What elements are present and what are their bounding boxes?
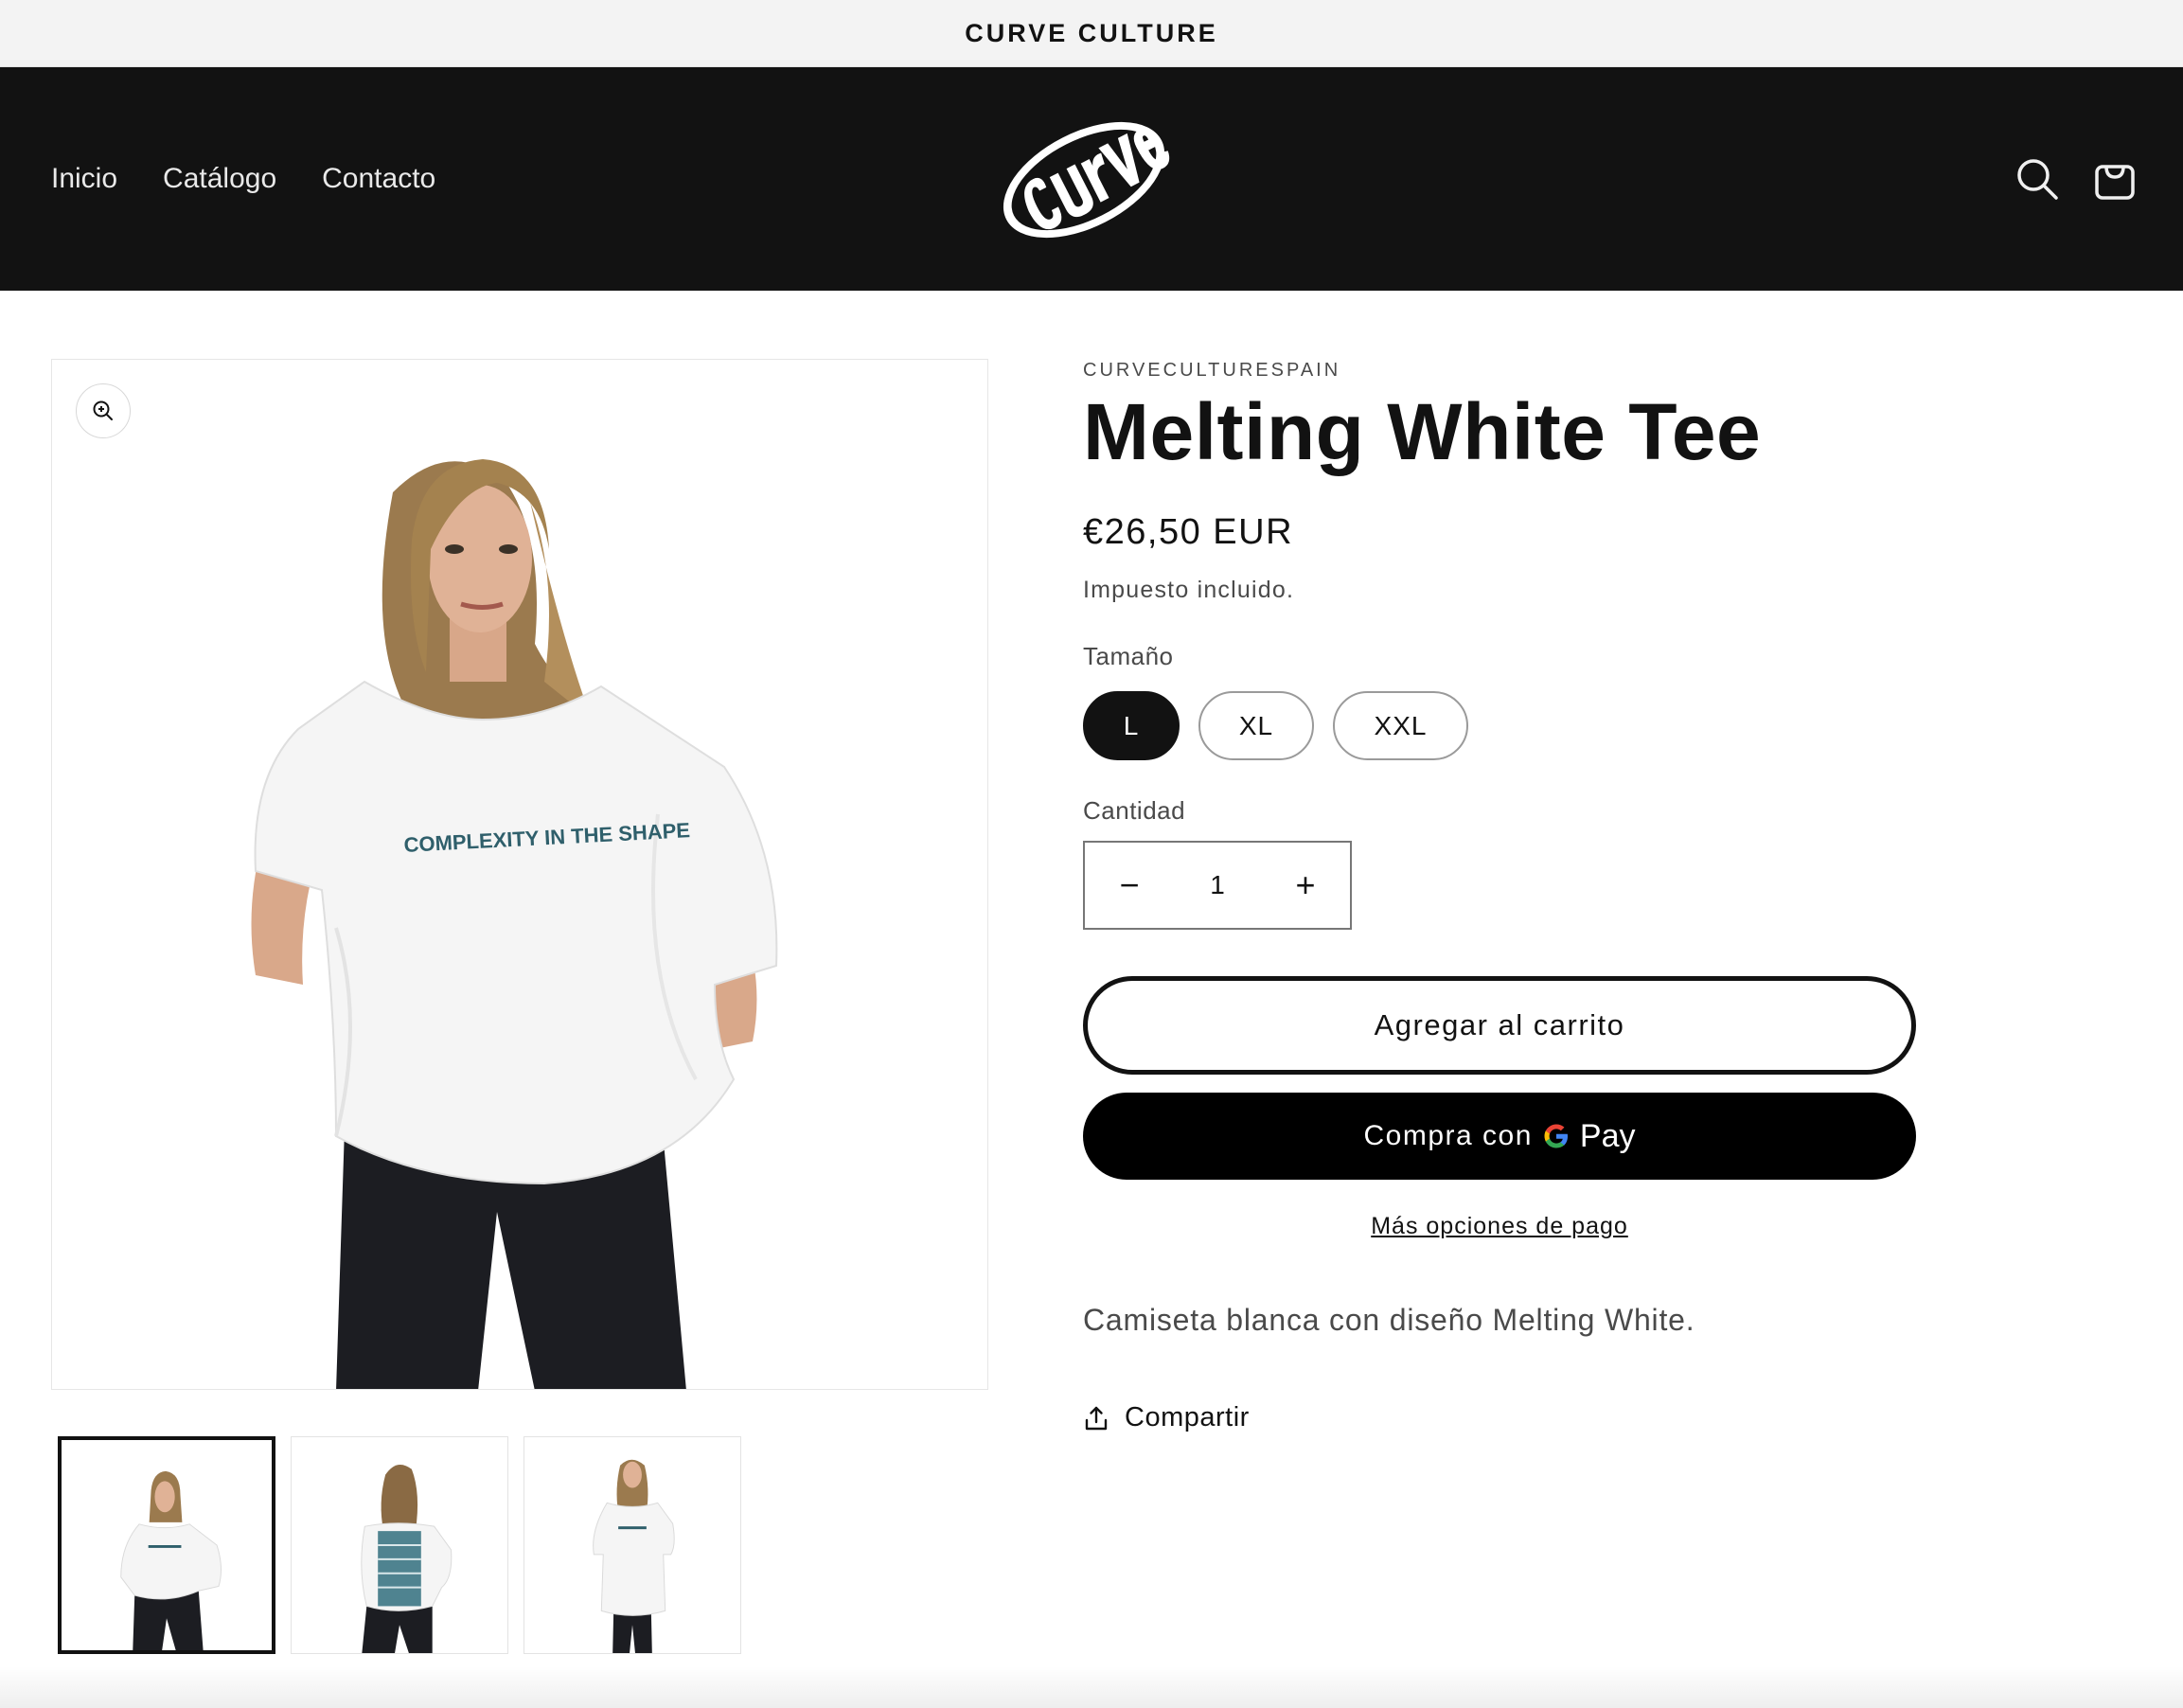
google-pay-label: Compra con <box>1363 1120 1533 1151</box>
nav-link-inicio[interactable]: Inicio <box>51 163 117 195</box>
product-vendor: CURVECULTURESPAIN <box>1083 360 1341 381</box>
google-pay-button[interactable]: Compra con Pay <box>1083 1093 1916 1180</box>
size-option-xl[interactable]: XL <box>1198 691 1314 760</box>
quantity-stepper: − + <box>1083 841 1352 930</box>
zoom-in-icon[interactable] <box>76 383 131 438</box>
model-tshirt-photo: COMPLEXITY IN THE SHAPE <box>251 459 778 1389</box>
size-selector: L XL XXL <box>1083 691 1468 760</box>
product-main-image[interactable]: COMPLEXITY IN THE SHAPE <box>51 359 988 1390</box>
quantity-label: Cantidad <box>1083 796 1186 825</box>
google-g-icon <box>1542 1122 1571 1150</box>
google-pay-text: Pay <box>1579 1117 1636 1154</box>
quantity-increase-button[interactable]: + <box>1261 843 1350 928</box>
size-option-l[interactable]: L <box>1083 691 1180 760</box>
share-icon <box>1085 1406 1108 1430</box>
site-header: Inicio Catálogo Contacto <box>0 67 2183 291</box>
quantity-decrease-button[interactable]: − <box>1085 843 1174 928</box>
curve-logo[interactable] <box>994 116 1174 240</box>
share-label: Compartir <box>1125 1402 1250 1432</box>
more-payment-link[interactable]: Más opciones de pago <box>1371 1213 1628 1239</box>
cart-icon[interactable] <box>2088 152 2141 205</box>
announcement-bar: CURVE CULTURE <box>0 0 2183 67</box>
nav-link-contacto[interactable]: Contacto <box>322 163 435 195</box>
more-payment-options: Más opciones de pago <box>1083 1213 1916 1240</box>
quantity-input[interactable] <box>1174 843 1261 928</box>
share-button[interactable]: Compartir <box>1083 1402 1250 1433</box>
size-label: Tamaño <box>1083 642 1174 670</box>
product-price: €26,50 EUR <box>1083 512 1294 552</box>
thumbnail-back[interactable] <box>291 1436 508 1654</box>
tax-note: Impuesto incluido. <box>1083 577 1295 603</box>
thumbnail-full-front[interactable] <box>524 1436 741 1654</box>
search-icon[interactable] <box>2011 152 2064 205</box>
announcement-text: CURVE CULTURE <box>965 18 1218 47</box>
main-nav: Inicio Catálogo Contacto <box>51 67 435 291</box>
product-title: Melting White Tee <box>1083 387 1762 476</box>
nav-link-catalogo[interactable]: Catálogo <box>163 163 276 195</box>
page-bottom-edge <box>0 1666 2183 1708</box>
size-option-xxl[interactable]: XXL <box>1333 691 1468 760</box>
thumbnail-list <box>58 1436 741 1654</box>
product-description: Camiseta blanca con diseño Melting White… <box>1083 1303 1695 1337</box>
add-to-cart-button[interactable]: Agregar al carrito <box>1083 976 1916 1075</box>
thumbnail-front[interactable] <box>58 1436 275 1654</box>
